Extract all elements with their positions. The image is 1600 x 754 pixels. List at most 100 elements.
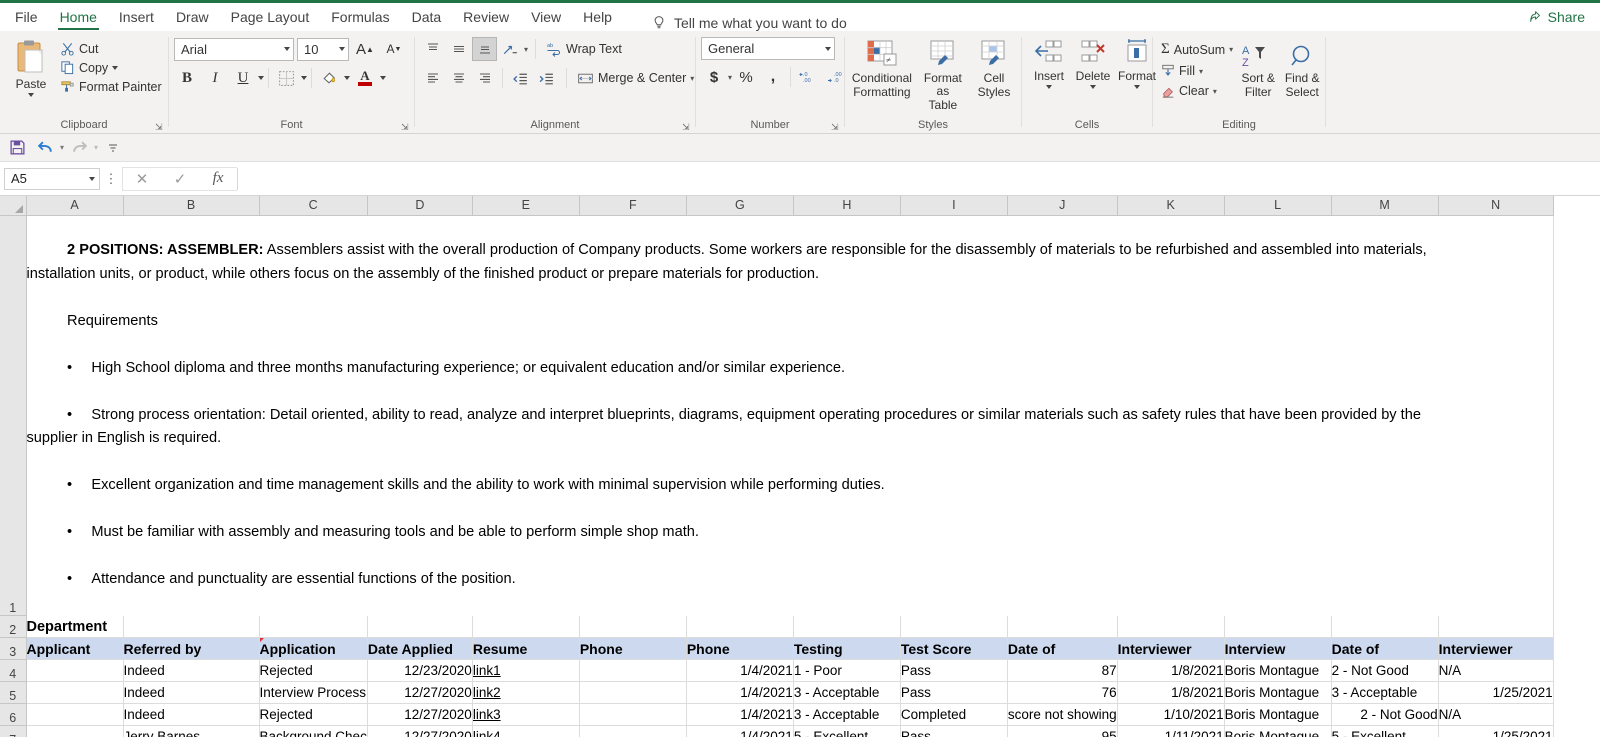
cell-C2[interactable]: [259, 616, 367, 638]
cell-C6[interactable]: Rejected: [259, 704, 367, 726]
tab-file[interactable]: File: [4, 6, 49, 31]
tab-home[interactable]: Home: [49, 6, 108, 31]
undo-icon[interactable]: [32, 136, 58, 160]
select-all-corner[interactable]: [0, 196, 26, 215]
column-header-e[interactable]: E: [472, 196, 579, 215]
formula-bar-kebab-icon[interactable]: ⋮: [100, 171, 122, 187]
cell-F6[interactable]: [579, 704, 686, 726]
tab-review[interactable]: Review: [452, 6, 520, 31]
cell-N6[interactable]: N/A: [1438, 704, 1553, 726]
cell-A6[interactable]: [26, 704, 123, 726]
header-resume[interactable]: Resume: [472, 638, 579, 660]
share-button[interactable]: Share: [1520, 5, 1594, 29]
cell-D6[interactable]: 12/27/2020: [367, 704, 472, 726]
cell-L4[interactable]: Boris Montague: [1224, 660, 1331, 682]
align-top-button[interactable]: [420, 37, 445, 61]
comma-style-button[interactable]: ,: [760, 65, 786, 89]
name-box-chevron-down-icon[interactable]: [89, 177, 95, 181]
cell-F5[interactable]: [579, 682, 686, 704]
row-header-6[interactable]: 6: [0, 704, 26, 726]
redo-chevron-down-icon[interactable]: ▾: [94, 143, 98, 152]
cell-H6[interactable]: 3 - Acceptable: [793, 704, 900, 726]
cell-E5-resume-link[interactable]: link2: [472, 682, 579, 704]
header-interviewer-2[interactable]: Interviewer: [1438, 638, 1553, 660]
clear-chevron-down-icon[interactable]: ▾: [1213, 87, 1217, 96]
cell-N2[interactable]: [1438, 616, 1553, 638]
header-phone-1[interactable]: Phone: [579, 638, 686, 660]
number-format-chevron-down-icon[interactable]: [825, 47, 831, 51]
cell-D4[interactable]: 12/23/2020: [367, 660, 472, 682]
cell-J2[interactable]: [1007, 616, 1117, 638]
customize-quick-access-toolbar-icon[interactable]: [100, 136, 126, 160]
cell-M4[interactable]: 2 - Not Good: [1331, 660, 1438, 682]
cell-M6[interactable]: 2 - Not Good: [1331, 704, 1438, 726]
row-header-7[interactable]: 7: [0, 726, 26, 738]
cell-styles-button[interactable]: Cell Styles: [972, 37, 1016, 101]
alignment-dialog-launcher[interactable]: ⇲: [682, 123, 691, 132]
cell-B7[interactable]: Jerry Barnes: [123, 726, 259, 738]
increase-indent-button[interactable]: [534, 66, 559, 90]
cell-D5[interactable]: 12/27/2020: [367, 682, 472, 704]
font-color-button[interactable]: A: [352, 66, 378, 90]
header-phone-2[interactable]: Phone: [686, 638, 793, 660]
cell-A1-job-description[interactable]: 2 POSITIONS: ASSEMBLER: Assemblers assis…: [26, 215, 1438, 616]
cell-J4[interactable]: 87: [1007, 660, 1117, 682]
cell-A4[interactable]: [26, 660, 123, 682]
cell-H7[interactable]: 5 - Excellent: [793, 726, 900, 738]
cell-D2[interactable]: [367, 616, 472, 638]
column-header-m[interactable]: M: [1331, 196, 1438, 215]
tab-view[interactable]: View: [520, 6, 572, 31]
column-header-g[interactable]: G: [686, 196, 793, 215]
cell-N4[interactable]: N/A: [1438, 660, 1553, 682]
cell-G5[interactable]: 1/4/2021: [686, 682, 793, 704]
header-interview[interactable]: Interview: [1224, 638, 1331, 660]
tab-page-layout[interactable]: Page Layout: [220, 6, 321, 31]
number-dialog-launcher[interactable]: ⇲: [831, 123, 840, 132]
cell-N7[interactable]: 1/25/2021: [1438, 726, 1553, 738]
cell-H5[interactable]: 3 - Acceptable: [793, 682, 900, 704]
cell-K5[interactable]: 1/8/2021: [1117, 682, 1224, 704]
header-testing[interactable]: Testing: [793, 638, 900, 660]
accounting-format-button[interactable]: $: [701, 65, 727, 89]
tab-insert[interactable]: Insert: [108, 6, 165, 31]
tab-draw[interactable]: Draw: [165, 6, 220, 31]
cell-I2[interactable]: [900, 616, 1007, 638]
insert-chevron-down-icon[interactable]: [1046, 85, 1052, 89]
italic-button[interactable]: I: [202, 66, 228, 90]
font-size-chevron-down-icon[interactable]: [339, 47, 345, 51]
column-header-f[interactable]: F: [579, 196, 686, 215]
column-header-i[interactable]: I: [900, 196, 1007, 215]
tab-help[interactable]: Help: [572, 6, 623, 31]
underline-chevron-down-icon[interactable]: [258, 76, 264, 80]
copy-button[interactable]: Copy: [57, 58, 165, 77]
cell-A7[interactable]: [26, 726, 123, 738]
bold-button[interactable]: B: [174, 66, 200, 90]
header-date-applied[interactable]: Date Applied: [367, 638, 472, 660]
clipboard-dialog-launcher[interactable]: ⇲: [155, 123, 164, 132]
column-header-l[interactable]: L: [1224, 196, 1331, 215]
paste-button[interactable]: Paste: [5, 37, 57, 99]
insert-function-icon[interactable]: fx: [199, 167, 237, 191]
cell-G4[interactable]: 1/4/2021: [686, 660, 793, 682]
decrease-font-size-button[interactable]: A▼: [381, 37, 407, 61]
cancel-icon[interactable]: ✕: [123, 167, 161, 191]
row-header-2[interactable]: 2: [0, 616, 26, 638]
cell-K6[interactable]: 1/10/2021: [1117, 704, 1224, 726]
formula-input[interactable]: [237, 168, 1600, 190]
underline-button[interactable]: U: [230, 66, 256, 90]
font-color-chevron-down-icon[interactable]: [380, 76, 386, 80]
wrap-text-button[interactable]: ab Wrap Text: [543, 39, 625, 59]
cell-I6[interactable]: Completed: [900, 704, 1007, 726]
tab-formulas[interactable]: Formulas: [320, 6, 400, 31]
percent-style-button[interactable]: %: [733, 65, 759, 89]
cell-J7[interactable]: 95: [1007, 726, 1117, 738]
header-referred-by[interactable]: Referred by: [123, 638, 259, 660]
cell-D7[interactable]: 12/27/2020: [367, 726, 472, 738]
paste-chevron-down-icon[interactable]: [28, 93, 34, 97]
cell-E7-resume-link[interactable]: link4: [472, 726, 579, 738]
fill-button[interactable]: Fill ▾: [1158, 62, 1236, 80]
cell-E6-resume-link[interactable]: link3: [472, 704, 579, 726]
header-test-score[interactable]: Test Score: [900, 638, 1007, 660]
increase-font-size-button[interactable]: A▲: [352, 37, 378, 61]
cell-N1[interactable]: [1438, 215, 1553, 616]
